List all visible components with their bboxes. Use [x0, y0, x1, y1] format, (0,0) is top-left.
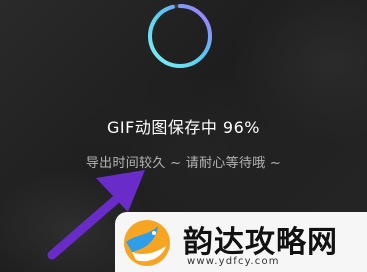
bird-logo-icon	[124, 220, 170, 266]
watermark-site-name: 韵达攻略网	[183, 225, 338, 260]
watermark-url: www.ydfcy.com	[187, 256, 280, 267]
watermark-badge: 韵达攻略网 www.ydfcy.com	[115, 212, 367, 272]
